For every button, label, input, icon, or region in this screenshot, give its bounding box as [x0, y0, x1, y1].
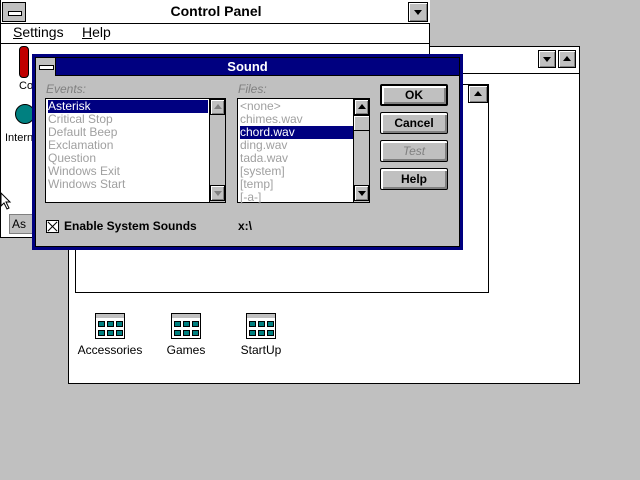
scroll-thumb[interactable] — [354, 115, 369, 131]
files-scrollbar[interactable] — [353, 99, 369, 202]
minimize-button[interactable] — [408, 2, 428, 22]
scroll-up-button[interactable] — [354, 99, 369, 115]
events-scrollbar[interactable] — [209, 99, 225, 202]
color-icon[interactable] — [19, 46, 29, 78]
group-label: Games — [166, 343, 206, 357]
current-directory: x:\ — [238, 219, 253, 233]
icon-label: Co — [19, 80, 34, 92]
icon-label: Intern — [5, 132, 34, 144]
events-label: Events: — [46, 82, 87, 96]
list-item[interactable]: [-a-] — [240, 191, 261, 204]
system-menu-icon[interactable] — [2, 2, 26, 22]
control-panel-titlebar[interactable]: Control Panel — [1, 0, 430, 24]
program-group-icon — [171, 313, 201, 339]
test-button[interactable]: Test — [380, 140, 448, 162]
scroll-down-button[interactable] — [210, 185, 225, 201]
ok-button[interactable]: OK — [380, 84, 448, 106]
menu-help[interactable]: Help — [82, 24, 111, 40]
group-label: Accessories — [77, 343, 143, 357]
group-icon-games[interactable]: Games — [151, 313, 221, 373]
files-listbox[interactable]: <none> chimes.wav chord.wav ding.wav tad… — [237, 98, 370, 204]
events-listbox[interactable]: Asterisk Critical Stop Default Beep Excl… — [45, 98, 226, 203]
group-icon-startup[interactable]: StartUp — [226, 313, 296, 373]
enable-sounds-label[interactable]: Enable System Sounds — [64, 219, 197, 233]
sound-dialog: Sound Events: Asterisk Critical Stop Def… — [32, 54, 463, 250]
cancel-button[interactable]: Cancel — [380, 112, 448, 134]
group-icon-accessories[interactable]: Accessories — [75, 313, 145, 373]
maximize-button[interactable] — [558, 50, 576, 68]
dialog-body: Sound Events: Asterisk Critical Stop Def… — [35, 57, 460, 247]
enable-sounds-checkbox[interactable] — [46, 220, 59, 233]
list-item[interactable]: Windows Start — [48, 178, 125, 191]
group-maximize-button[interactable] — [468, 85, 488, 103]
menu-settings[interactable]: Settings — [13, 24, 64, 40]
mouse-pointer-icon — [0, 192, 12, 210]
program-group-icon — [95, 313, 125, 339]
menu-bar: Settings Help — [1, 24, 430, 44]
help-button[interactable]: Help — [380, 168, 448, 190]
group-label: StartUp — [240, 343, 282, 357]
sound-titlebar[interactable]: Sound — [36, 58, 459, 76]
program-group-icon — [246, 313, 276, 339]
dialog-title: Sound — [227, 59, 268, 74]
minimize-button[interactable] — [538, 50, 556, 68]
window-title: Control Panel — [170, 3, 262, 19]
scroll-down-button[interactable] — [354, 185, 369, 201]
scroll-up-button[interactable] — [210, 99, 225, 115]
files-label: Files: — [238, 82, 267, 96]
